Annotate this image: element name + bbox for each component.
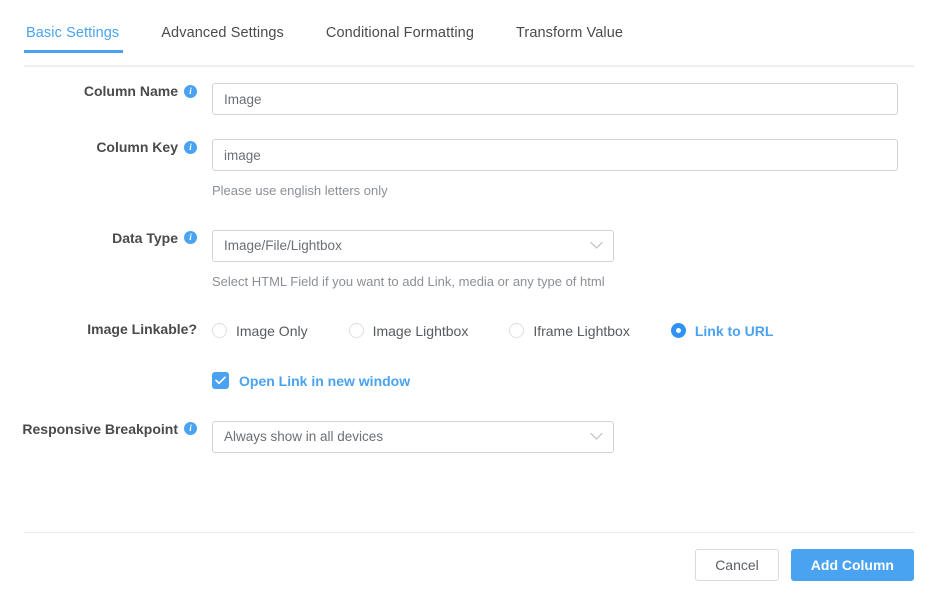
field-row-open-link-new-window: Open Link in new window bbox=[24, 371, 914, 391]
tab-transform-value[interactable]: Transform Value bbox=[516, 25, 623, 53]
tab-advanced-settings[interactable]: Advanced Settings bbox=[161, 25, 284, 53]
data-type-select[interactable]: Image/File/Lightbox bbox=[212, 229, 614, 262]
data-type-label: Data Type bbox=[112, 229, 178, 246]
info-icon[interactable]: i bbox=[184, 422, 197, 436]
info-icon[interactable]: i bbox=[184, 140, 197, 154]
open-link-field-cell: Open Link in new window bbox=[212, 371, 914, 391]
column-name-label-cell: Column Name i bbox=[24, 83, 212, 99]
radio-circle-icon bbox=[509, 323, 525, 339]
responsive-breakpoint-selected-value: Always show in all devices bbox=[224, 429, 384, 445]
responsive-breakpoint-field-cell: Always show in all devices bbox=[212, 420, 914, 453]
field-row-image-linkable: Image Linkable? Image Only Image Lightbo… bbox=[24, 321, 914, 341]
dialog-footer: Cancel Add Column bbox=[24, 532, 914, 581]
tab-label: Advanced Settings bbox=[161, 25, 284, 41]
image-linkable-radio-group: Image Only Image Lightbox Iframe Lightbo… bbox=[212, 321, 914, 341]
responsive-breakpoint-select-wrap: Always show in all devices bbox=[212, 420, 614, 453]
data-type-selected-value: Image/File/Lightbox bbox=[224, 238, 342, 254]
radio-label: Link to URL bbox=[694, 322, 774, 339]
column-key-input[interactable] bbox=[212, 139, 898, 171]
radio-label: Iframe Lightbox bbox=[533, 322, 630, 339]
settings-tabbar: Basic Settings Advanced Settings Conditi… bbox=[23, 25, 914, 67]
column-key-label-cell: Column Key i bbox=[24, 139, 212, 155]
radio-circle-selected-icon bbox=[670, 323, 686, 339]
radio-circle-icon bbox=[212, 323, 227, 339]
row-spacer bbox=[24, 200, 914, 230]
info-icon[interactable]: i bbox=[184, 84, 197, 98]
row-spacer bbox=[24, 341, 914, 371]
tab-label: Conditional Formatting bbox=[325, 25, 474, 41]
column-name-field-cell bbox=[212, 83, 914, 115]
radio-link-to-url[interactable]: Link to URL bbox=[670, 322, 774, 339]
data-type-label-cell: Data Type i bbox=[24, 230, 212, 246]
tab-label: Basic Settings bbox=[26, 25, 120, 41]
add-column-button[interactable]: Add Column bbox=[790, 549, 914, 581]
row-spacer bbox=[24, 391, 914, 421]
radio-label: Image Lightbox bbox=[372, 322, 469, 339]
tab-basic-settings[interactable]: Basic Settings bbox=[23, 25, 124, 53]
tab-conditional-formatting[interactable]: Conditional Formatting bbox=[326, 25, 474, 53]
checkbox-label: Open Link in new window bbox=[239, 372, 411, 389]
column-key-label: Column Key bbox=[96, 139, 178, 155]
radio-iframe-lightbox[interactable]: Iframe Lightbox bbox=[509, 323, 630, 339]
info-icon[interactable]: i bbox=[184, 231, 197, 245]
row-spacer bbox=[24, 291, 914, 321]
field-row-column-name: Column Name i bbox=[24, 83, 914, 115]
field-row-responsive-breakpoint: Responsive Breakpoint i Always show in a… bbox=[22, 420, 914, 453]
radio-image-only[interactable]: Image Only bbox=[212, 323, 308, 339]
checkmark-icon bbox=[215, 376, 226, 385]
column-name-label: Column Name bbox=[83, 83, 178, 99]
radio-label: Image Only bbox=[236, 322, 308, 339]
cancel-button[interactable]: Cancel bbox=[695, 549, 779, 581]
checkbox-box bbox=[212, 372, 229, 390]
column-name-input[interactable] bbox=[212, 83, 898, 115]
data-type-select-wrap: Image/File/Lightbox bbox=[212, 229, 614, 262]
image-linkable-label-cell: Image Linkable? bbox=[24, 321, 212, 337]
row-spacer bbox=[24, 115, 914, 139]
responsive-breakpoint-label: Responsive Breakpoint bbox=[22, 420, 178, 437]
data-type-hint: Select HTML Field if you want to add Lin… bbox=[212, 273, 605, 289]
image-linkable-label: Image Linkable? bbox=[87, 320, 197, 337]
checkbox-open-link-new-window[interactable]: Open Link in new window bbox=[212, 371, 914, 391]
field-row-data-type: Data Type i Image/File/Lightbox Select H… bbox=[24, 229, 914, 291]
tab-label: Transform Value bbox=[515, 25, 624, 41]
radio-image-lightbox[interactable]: Image Lightbox bbox=[348, 322, 469, 339]
data-type-field-cell: Image/File/Lightbox Select HTML Field if… bbox=[212, 229, 914, 291]
field-row-column-key: Column Key i Please use english letters … bbox=[24, 139, 914, 200]
responsive-breakpoint-select[interactable]: Always show in all devices bbox=[212, 420, 614, 453]
image-linkable-field-cell: Image Only Image Lightbox Iframe Lightbo… bbox=[212, 321, 914, 341]
responsive-breakpoint-label-cell: Responsive Breakpoint i bbox=[22, 420, 212, 437]
column-key-field-cell: Please use english letters only bbox=[212, 139, 914, 200]
radio-circle-icon bbox=[348, 323, 364, 339]
basic-settings-form: Column Name i Column Key i Please use en… bbox=[0, 67, 938, 453]
column-key-hint: Please use english letters only bbox=[212, 183, 388, 198]
